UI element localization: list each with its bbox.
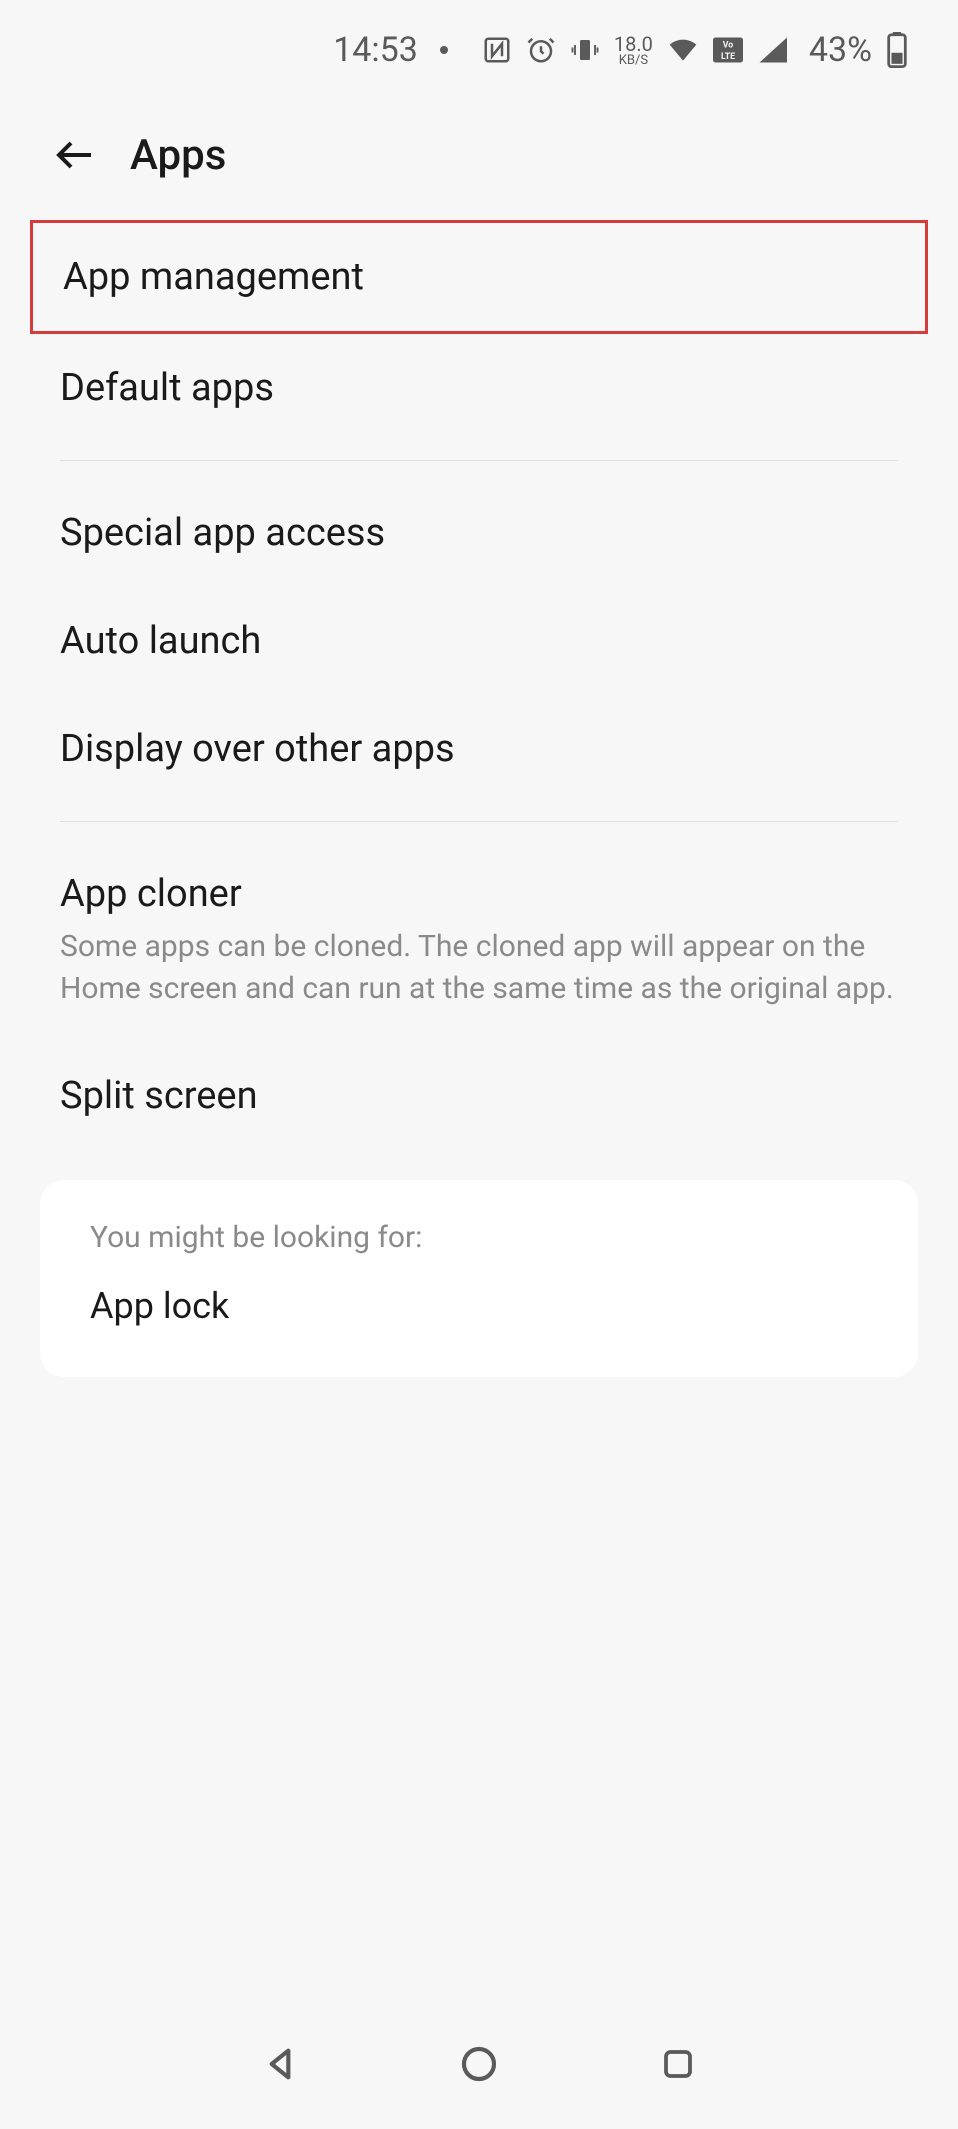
divider xyxy=(60,821,898,822)
status-time: 14:53 xyxy=(333,30,418,70)
divider xyxy=(60,460,898,461)
battery-percent: 43% xyxy=(809,30,872,70)
menu-item-label: Split screen xyxy=(60,1074,898,1118)
wifi-icon xyxy=(667,36,699,64)
menu-item-app-management[interactable]: App management xyxy=(30,220,928,334)
nfc-icon xyxy=(482,35,512,65)
menu-item-display-over-other-apps[interactable]: Display over other apps xyxy=(0,695,958,803)
nav-home-button[interactable] xyxy=(454,2039,504,2089)
suggestion-item-app-lock[interactable]: App lock xyxy=(90,1285,868,1327)
page-header: Apps xyxy=(0,80,958,220)
menu-item-label: Auto launch xyxy=(60,619,898,663)
menu-item-special-app-access[interactable]: Special app access xyxy=(0,479,958,587)
volte-icon: Vo LTE xyxy=(713,37,743,63)
navigation-bar xyxy=(0,1999,958,2129)
status-dot-icon xyxy=(440,46,448,54)
network-speed: 18.0 KB/S xyxy=(614,34,653,67)
status-bar: 14:53 18.0 KB/S Vo LTE xyxy=(0,0,958,80)
menu-item-default-apps[interactable]: Default apps xyxy=(0,334,958,442)
menu-item-label: Default apps xyxy=(60,366,898,410)
signal-icon xyxy=(757,37,787,63)
nav-recent-button[interactable] xyxy=(653,2039,703,2089)
menu-item-label: Special app access xyxy=(60,511,898,555)
menu-item-app-cloner[interactable]: App cloner Some apps can be cloned. The … xyxy=(0,840,958,1042)
settings-content: App management Default apps Special app … xyxy=(0,220,958,1377)
menu-item-label: Display over other apps xyxy=(60,727,898,771)
menu-item-label: App cloner xyxy=(60,872,898,916)
svg-text:LTE: LTE xyxy=(721,52,735,62)
page-title: Apps xyxy=(130,131,226,180)
menu-item-label: App management xyxy=(63,255,895,299)
vibrate-icon xyxy=(570,35,600,65)
svg-text:Vo: Vo xyxy=(723,41,734,51)
back-button[interactable] xyxy=(50,130,100,180)
suggestion-card: You might be looking for: App lock xyxy=(40,1180,918,1377)
menu-item-description: Some apps can be cloned. The cloned app … xyxy=(60,926,898,1010)
suggestion-label: You might be looking for: xyxy=(90,1220,868,1255)
battery-icon xyxy=(886,32,908,68)
nav-back-button[interactable] xyxy=(255,2039,305,2089)
menu-item-auto-launch[interactable]: Auto launch xyxy=(0,587,958,695)
alarm-icon xyxy=(526,35,556,65)
menu-item-split-screen[interactable]: Split screen xyxy=(0,1042,958,1150)
